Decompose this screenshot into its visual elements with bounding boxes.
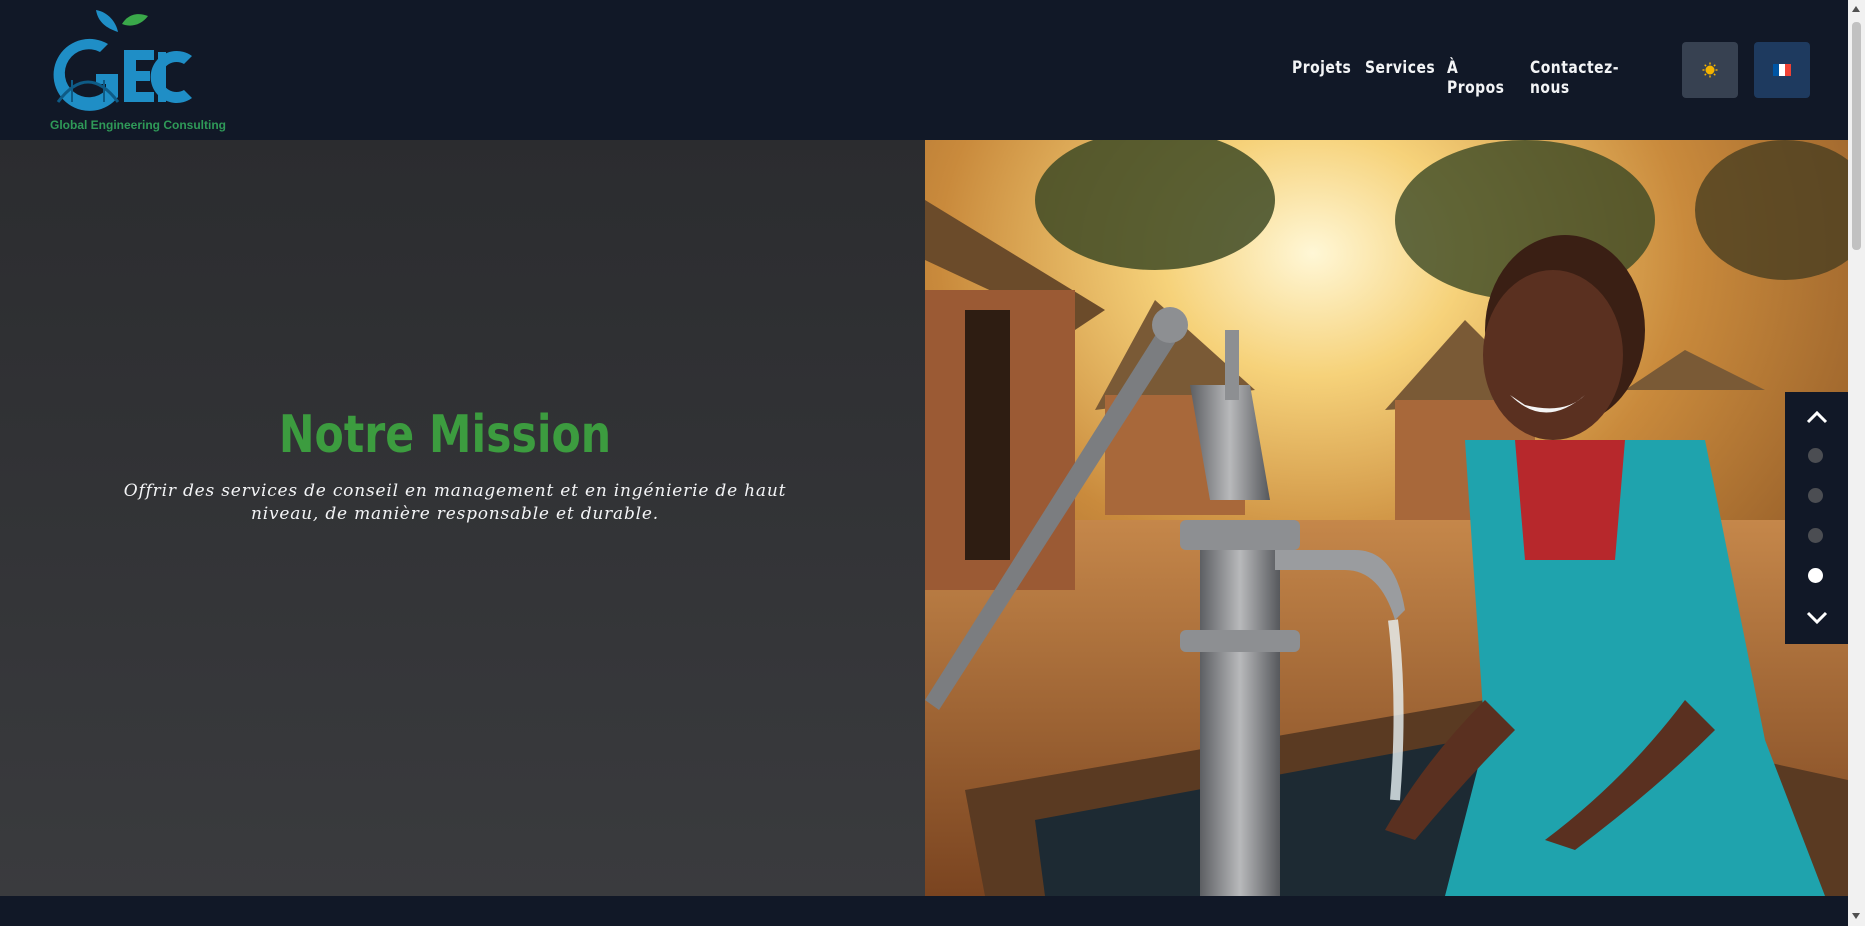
sun-icon	[1702, 62, 1718, 78]
site-header: Global Engineering Consulting Projets Se…	[0, 0, 1865, 140]
logo-mark	[53, 10, 192, 111]
theme-toggle-button[interactable]	[1682, 42, 1738, 98]
logo-tagline: Global Engineering Consulting	[50, 118, 226, 132]
nav-link-contact[interactable]: Contactez-nous	[1530, 58, 1619, 98]
hero-image	[925, 140, 1848, 896]
slide-dot-3[interactable]	[1808, 528, 1823, 543]
slide-navigation	[1785, 392, 1848, 644]
mission-panel: Notre Mission Offrir des services de con…	[0, 140, 925, 896]
gec-logo[interactable]	[38, 2, 238, 137]
slide-dot-4[interactable]	[1808, 568, 1823, 583]
nav-link-a-propos[interactable]: À Propos	[1447, 58, 1504, 98]
chevron-up-icon[interactable]	[1805, 409, 1829, 425]
hero-illustration	[925, 140, 1848, 896]
chevron-down-icon[interactable]	[1805, 610, 1829, 626]
scroll-down-arrow-icon[interactable]	[1852, 913, 1860, 919]
page-bottom-strip	[0, 896, 1848, 926]
slide-dot-1[interactable]	[1808, 448, 1823, 463]
page-scrollbar[interactable]	[1848, 0, 1865, 926]
mission-text: Offrir des services de conseil en manage…	[123, 481, 787, 524]
scroll-up-arrow-icon[interactable]	[1852, 6, 1860, 12]
language-button[interactable]	[1754, 42, 1810, 98]
scrollbar-thumb[interactable]	[1852, 22, 1861, 250]
french-flag-icon	[1773, 64, 1791, 76]
nav-link-services[interactable]: Services	[1365, 58, 1435, 78]
nav-link-projets[interactable]: Projets	[1292, 58, 1351, 78]
slide-dot-2[interactable]	[1808, 488, 1823, 503]
mission-title: Notre Mission	[278, 405, 612, 465]
